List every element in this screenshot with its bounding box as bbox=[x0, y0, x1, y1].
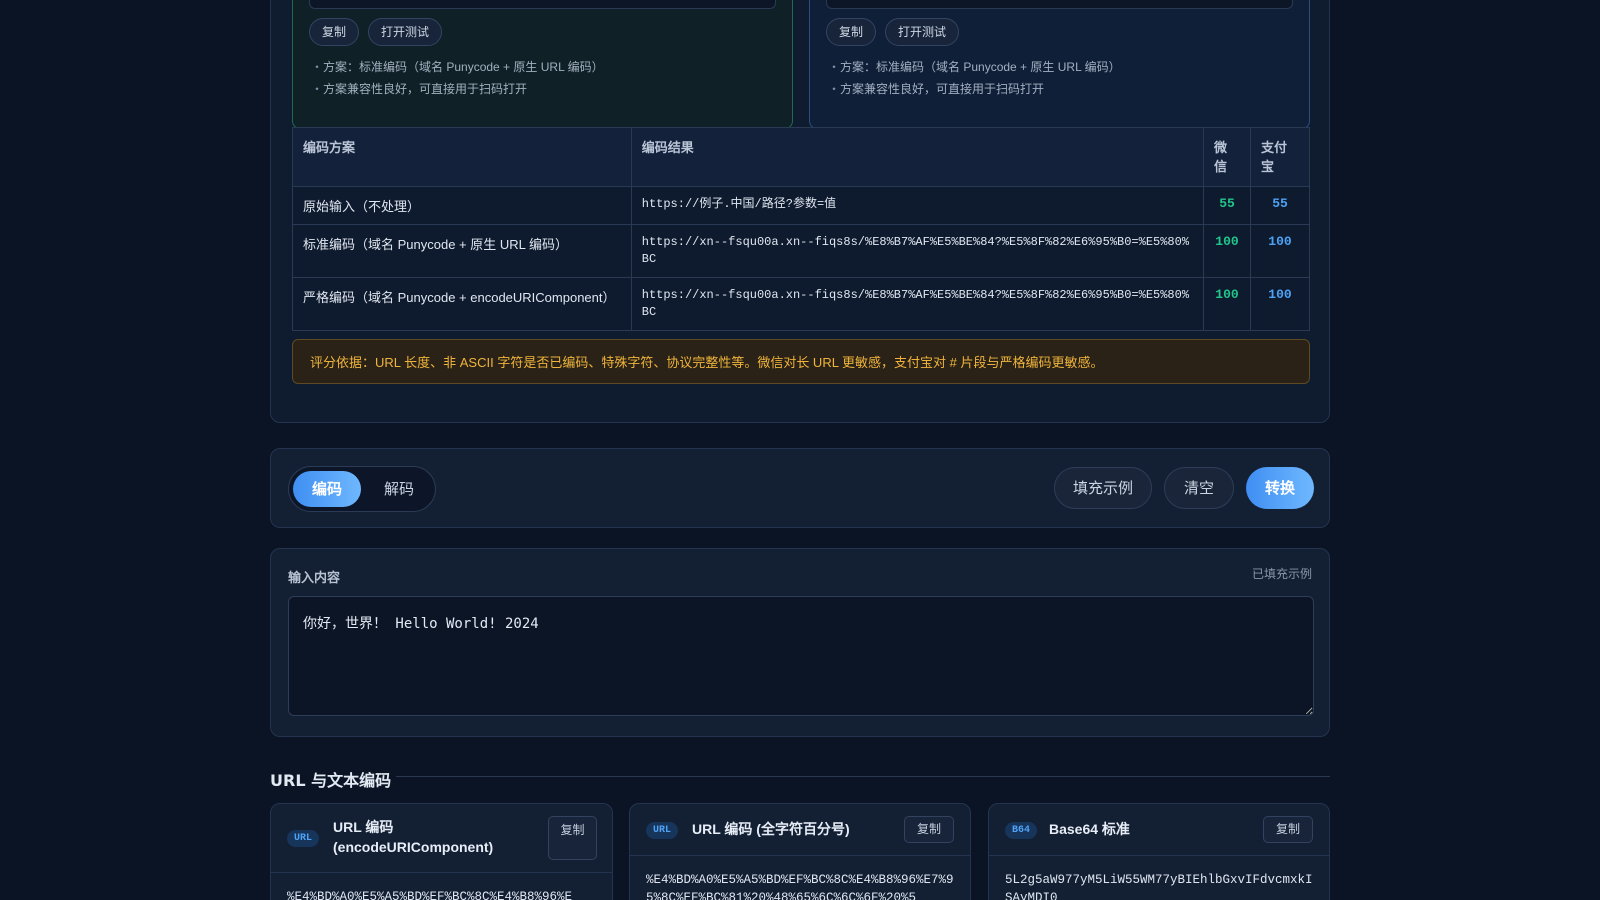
scheme-note: 方案：标准编码（域名 Punycode + 原生 URL 编码） bbox=[311, 56, 604, 78]
fill-example-button[interactable]: 填充示例 bbox=[1054, 467, 1152, 509]
copy-button[interactable]: 复制 bbox=[1263, 816, 1313, 843]
table-row: 严格编码（域名 Punycode + encodeURIComponent） h… bbox=[292, 277, 1310, 331]
scheme-notes: 方案：标准编码（域名 Punycode + 原生 URL 编码） 方案兼容性良好… bbox=[828, 56, 1121, 100]
table-row: 标准编码（域名 Punycode + 原生 URL 编码） https://xn… bbox=[292, 224, 1310, 278]
wechat-score: 55 bbox=[1203, 186, 1251, 225]
col-header-alipay: 支付宝 bbox=[1250, 127, 1310, 187]
scheme-card-alt: 复制 打开测试 方案：标准编码（域名 Punycode + 原生 URL 编码）… bbox=[809, 0, 1310, 129]
result-card-title: URL 编码 (全字符百分号) bbox=[692, 821, 850, 837]
mode-toolbar: 编码 解码 填充示例 清空 转换 bbox=[270, 448, 1330, 528]
scheme-notes: 方案：标准编码（域名 Punycode + 原生 URL 编码） 方案兼容性良好… bbox=[311, 56, 604, 100]
input-label: 输入内容 bbox=[288, 570, 341, 585]
table-row: 原始输入（不处理） https://例子.中国/路径?参数=值 55 55 bbox=[292, 186, 1310, 225]
wechat-score: 100 bbox=[1203, 277, 1251, 331]
result-card-title: URL 编码 (encodeURIComponent) bbox=[333, 819, 494, 855]
scheme-cards: 复制 打开测试 方案：标准编码（域名 Punycode + 原生 URL 编码）… bbox=[292, 0, 1310, 129]
result-card-value: %E4%BD%A0%E5%A5%BD%EF%BC%8C%E4%B8%96%E bbox=[287, 890, 573, 900]
result-card-url-full: URL URL 编码 (全字符百分号) 复制 %E4%BD%A0%E5%A5%B… bbox=[629, 803, 971, 900]
open-test-button[interactable]: 打开测试 bbox=[368, 18, 443, 46]
score-table: 编码方案 编码结果 微信 支付宝 原始输入（不处理） https://例子.中国… bbox=[292, 127, 1310, 331]
copy-button[interactable]: 复制 bbox=[826, 18, 877, 46]
result-cell: https://例子.中国/路径?参数=值 bbox=[630, 186, 1205, 225]
url-tag: URL bbox=[287, 830, 320, 847]
mode-encode-button[interactable]: 编码 bbox=[293, 471, 361, 507]
result-card-value: %E4%BD%A0%E5%A5%BD%EF%BC%8C%E4%B8%96%E7%… bbox=[646, 873, 954, 900]
scheme-panel: 复制 打开测试 方案：标准编码（域名 Punycode + 原生 URL 编码）… bbox=[270, 0, 1330, 423]
wechat-score: 100 bbox=[1203, 224, 1251, 278]
convert-button[interactable]: 转换 bbox=[1246, 467, 1314, 509]
result-card-title: Base64 标准 bbox=[1049, 821, 1130, 837]
alipay-score: 100 bbox=[1250, 277, 1310, 331]
section-title: URL 与文本编码 bbox=[270, 771, 392, 790]
mode-decode-button[interactable]: 解码 bbox=[365, 471, 433, 507]
b64-tag: B64 bbox=[1005, 822, 1038, 839]
scheme-result-field[interactable] bbox=[309, 0, 776, 9]
scheme-note: 方案兼容性良好，可直接用于扫码打开 bbox=[828, 78, 1121, 100]
col-header-result: 编码结果 bbox=[630, 127, 1205, 187]
scheme-cell: 原始输入（不处理） bbox=[292, 186, 632, 225]
section-divider bbox=[396, 776, 1330, 777]
scheme-cell: 严格编码（域名 Punycode + encodeURIComponent） bbox=[292, 277, 632, 331]
col-header-scheme: 编码方案 bbox=[292, 127, 632, 187]
copy-button[interactable]: 复制 bbox=[548, 816, 597, 860]
result-cell: https://xn--fsqu00a.xn--fiqs8s/%E8%B7%AF… bbox=[630, 224, 1205, 278]
input-panel: 输入内容 已填充示例 你好，世界！ Hello World! 2024 bbox=[270, 548, 1330, 737]
scheme-note: 方案兼容性良好，可直接用于扫码打开 bbox=[311, 78, 604, 100]
mode-switch: 编码 解码 bbox=[288, 466, 436, 512]
scheme-note: 方案：标准编码（域名 Punycode + 原生 URL 编码） bbox=[828, 56, 1121, 78]
scheme-card-standard: 复制 打开测试 方案：标准编码（域名 Punycode + 原生 URL 编码）… bbox=[292, 0, 793, 129]
col-header-wechat: 微信 bbox=[1203, 127, 1251, 187]
input-status: 已填充示例 bbox=[1251, 567, 1312, 581]
open-test-button[interactable]: 打开测试 bbox=[885, 18, 960, 46]
copy-button[interactable]: 复制 bbox=[309, 18, 360, 46]
scheme-cell: 标准编码（域名 Punycode + 原生 URL 编码） bbox=[292, 224, 632, 278]
result-card-value: 5L2g5aW977yM5LiW55WM77yBIEhlbGxvIFdvcmxk… bbox=[1005, 873, 1313, 900]
alipay-score: 100 bbox=[1250, 224, 1310, 278]
scheme-result-field[interactable] bbox=[826, 0, 1293, 9]
input-textarea[interactable]: 你好，世界！ Hello World! 2024 bbox=[288, 596, 1314, 716]
result-card-base64: B64 Base64 标准 复制 5L2g5aW977yM5LiW55WM77y… bbox=[988, 803, 1330, 900]
alipay-score: 55 bbox=[1250, 186, 1310, 225]
clear-button[interactable]: 清空 bbox=[1164, 467, 1234, 509]
copy-button[interactable]: 复制 bbox=[904, 816, 954, 843]
result-cell: https://xn--fsqu00a.xn--fiqs8s/%E8%B7%AF… bbox=[630, 277, 1205, 331]
scoring-notice: 评分依据：URL 长度、非 ASCII 字符是否已编码、特殊字符、协议完整性等。… bbox=[292, 339, 1310, 384]
result-card-url-component: URL URL 编码 (encodeURIComponent) 复制 %E4%B… bbox=[270, 803, 613, 900]
url-tag: URL bbox=[646, 822, 679, 839]
